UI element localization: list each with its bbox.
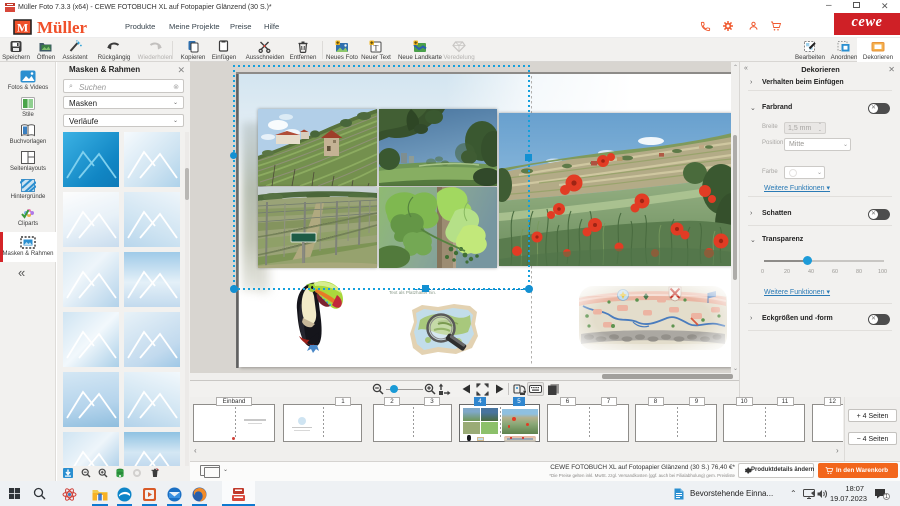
- svg-text:T: T: [374, 44, 379, 53]
- svg-text:M: M: [17, 21, 28, 35]
